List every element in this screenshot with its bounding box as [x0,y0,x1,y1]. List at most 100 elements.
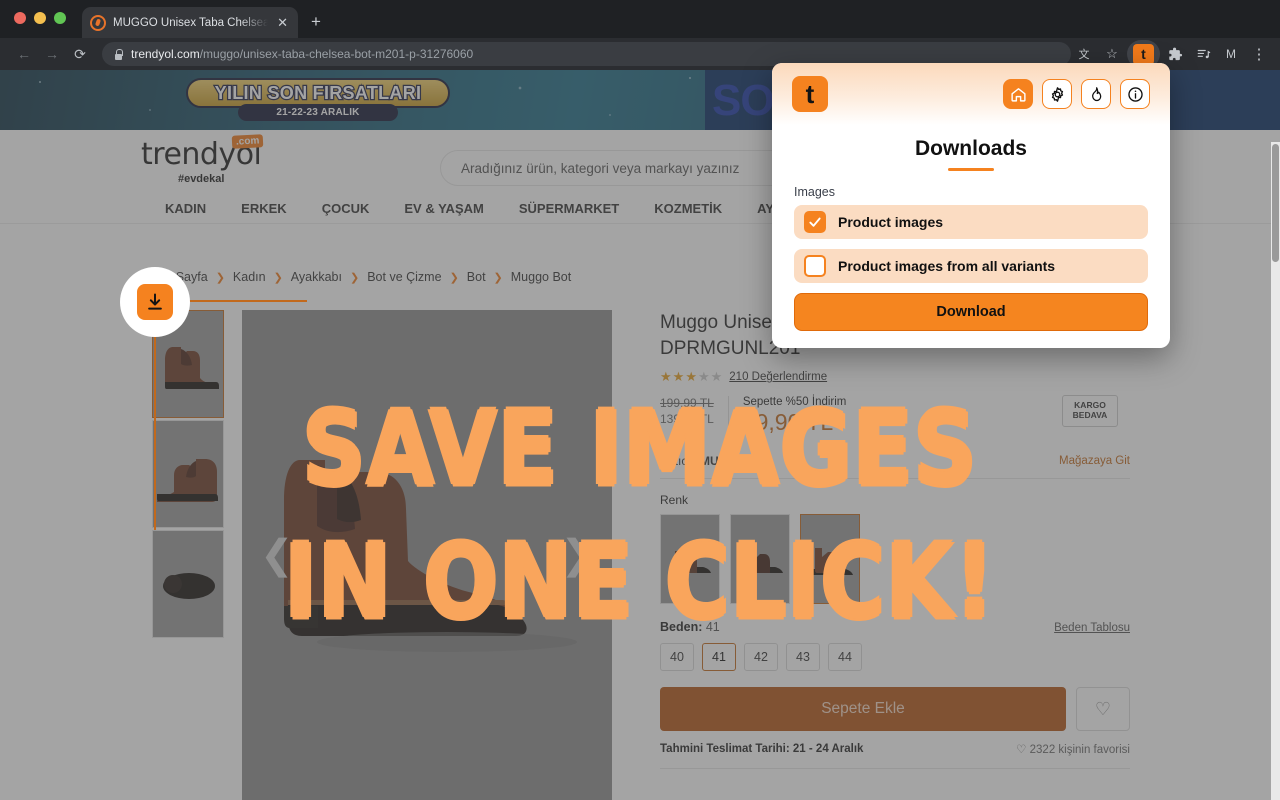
seller-store-link[interactable]: Mağazaya Git [1059,455,1130,467]
boot-rear-image [153,421,223,527]
size-option-40[interactable]: 40 [660,643,694,672]
gear-icon [1051,86,1063,102]
breadcrumb-item-2[interactable]: Ayakkabı [291,270,342,284]
product-details: Muggo Unisex Ta DPRMGUNL201 KARGO BEDAVA… [660,310,1130,770]
size-option-41-selected[interactable]: 41 [702,643,736,672]
color-swatch-2-selected[interactable] [800,514,860,605]
profile-avatar[interactable]: M [1218,41,1244,67]
size-option-43[interactable]: 43 [786,643,820,672]
trendyol-logo[interactable]: trendyol .com #evdekal [141,134,264,185]
color-swatch-1[interactable] [730,514,790,605]
close-tab-icon[interactable]: ✕ [275,16,290,29]
option-label-all-variants: Product images from all variants [838,258,1056,274]
option-product-images[interactable]: Product images [794,205,1148,239]
download-image-button[interactable] [137,284,173,320]
chevron-right-icon: ❯ [273,271,283,284]
screenshot-root: MUGGO Unisex Taba Chelsea B ✕ + ← → ⟳ tr… [0,0,1280,800]
size-label-text: Beden: [660,620,703,635]
color-swatch-0[interactable] [660,514,720,605]
size-option-44[interactable]: 44 [828,643,862,672]
browser-tab-strip: MUGGO Unisex Taba Chelsea B ✕ + [0,0,1280,38]
discount-block: Sepette %50 İndirim 69,90 TL [743,396,847,436]
main-product-image[interactable]: ❮ ❯ [242,310,612,800]
favicon-trendyol [90,14,106,31]
download-button[interactable]: Download [794,293,1148,331]
review-count-link[interactable]: 210 Değerlendirme [729,371,827,383]
breadcrumb-item-1[interactable]: Kadın [233,270,266,284]
close-window-button[interactable] [14,12,26,24]
navigation-buttons: ← → ⟳ [0,40,94,68]
settings-icon-button[interactable] [1042,79,1072,109]
extension-logo: t [792,76,828,112]
star-rating: ★ ★ ★ ★ ★ [660,369,722,385]
seller-prefix: Satıcı: [660,454,695,469]
nav-item-ev-yasam[interactable]: EV & YAŞAM [404,201,483,216]
download-arrow-icon [148,293,162,310]
nav-item-kozmetik[interactable]: KOZMETİK [654,201,722,216]
info-icon [1127,86,1143,102]
boot-sole-image [153,531,223,637]
prev-image-button[interactable]: ❮ [260,535,294,575]
home-icon-button[interactable] [1003,79,1033,109]
nav-item-supermarket[interactable]: SÜPERMARKET [519,201,619,216]
checkbox-all-variants[interactable] [804,255,826,277]
next-image-button[interactable]: ❯ [560,535,594,575]
lock-icon [114,48,123,60]
nav-item-cocuk[interactable]: ÇOCUK [322,201,370,216]
product-rating: ★ ★ ★ ★ ★ 210 Değerlendirme [660,369,1130,385]
chrome-menu-icon[interactable]: ⋮ [1246,41,1272,67]
popup-section-label: Images [794,185,835,199]
breadcrumb: Ana Sayfa ❯ Kadın ❯ Ayakkabı ❯ Bot ve Çi… [150,270,571,284]
back-icon[interactable]: ← [10,40,38,68]
breadcrumb-item-4[interactable]: Bot [467,270,486,284]
thumbnail-boot-sole[interactable] [152,530,224,638]
url-domain: trendyol.com [131,47,200,61]
breadcrumb-item-3[interactable]: Bot ve Çizme [367,270,441,284]
promo-dates-pill: 21-22-23 ARALIK [238,104,398,121]
flame-icon [1092,86,1102,101]
size-chart-link[interactable]: Beden Tablosu [1054,622,1130,634]
promo-side-text: SO [712,76,775,125]
favorite-heart-icon[interactable]: ♡ [1076,687,1130,732]
page-scrollbar-thumb[interactable] [1272,144,1279,262]
new-tab-button[interactable]: + [311,13,321,30]
checkbox-product-images[interactable] [804,211,826,233]
final-price: 69,90 TL [742,409,834,436]
minimize-window-button[interactable] [34,12,46,24]
nav-item-erkek[interactable]: ERKEK [241,201,287,216]
star-icon-empty: ★ [697,369,710,385]
browser-tab[interactable]: MUGGO Unisex Taba Chelsea B ✕ [82,7,298,38]
promo-title: YILIN SON FIRSATLARI [213,81,422,104]
star-icon-empty: ★ [710,369,723,385]
url-path: /muggo/unisex-taba-chelsea-bot-m201-p-31… [199,47,474,61]
popup-header: t [772,63,1170,125]
color-swatches [660,514,1130,605]
seller-name[interactable]: MUGGO [700,454,747,468]
chevron-right-icon: ❯ [215,271,225,284]
discount-label: Sepette %50 İndirim [742,396,847,409]
breadcrumb-item-5[interactable]: Muggo Bot [511,270,571,284]
seller-info: Satıcı: MUGGO 9 [660,454,769,469]
forward-icon[interactable]: → [38,40,66,68]
swatch-image [661,515,719,604]
thumbnail-boot-rear[interactable] [152,420,224,528]
window-controls [14,12,66,24]
size-option-42[interactable]: 42 [744,643,778,672]
reading-list-icon[interactable] [1190,41,1216,67]
trending-flame-icon-button[interactable] [1081,79,1111,109]
chevron-right-icon: ❯ [350,271,360,284]
free-shipping-badge: KARGO BEDAVA [1062,395,1118,427]
delivery-estimate: Tahmini Teslimat Tarihi: 21 - 24 Aralık [660,743,864,756]
reload-icon[interactable]: ⟳ [66,40,94,68]
swatch-image [801,515,859,604]
nav-item-kadin[interactable]: KADIN [165,201,206,216]
maximize-window-button[interactable] [54,12,66,24]
star-icon-filled: ★ [660,369,672,385]
price-original: 199,99 TL [660,396,714,411]
add-to-cart-button[interactable]: Sepete Ekle [660,687,1066,732]
star-icon-filled: ★ [672,369,685,385]
option-all-variants[interactable]: Product images from all variants [794,249,1148,283]
info-icon-button[interactable] [1120,79,1150,109]
old-prices: 199,99 TL 139,80 TL [660,396,714,426]
trendyol-downloader-extension-icon[interactable]: t [1133,43,1154,65]
